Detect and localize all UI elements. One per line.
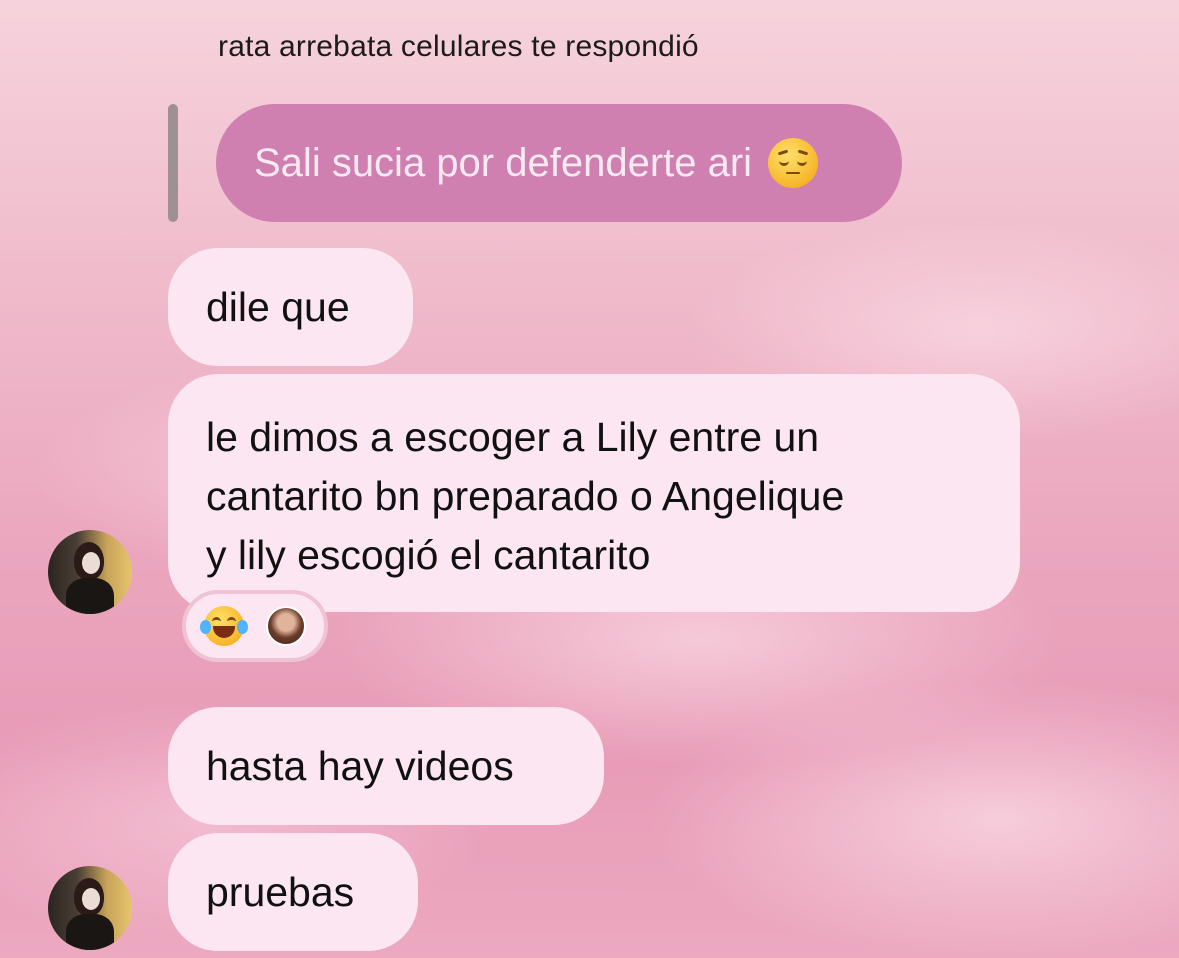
reply-header: rata arrebata celulares te respondió	[218, 30, 699, 63]
pensive-face-icon	[768, 138, 819, 188]
reactor-avatar	[266, 606, 306, 646]
avatar-body	[66, 578, 114, 614]
message-bubble[interactable]: dile que	[168, 248, 413, 366]
message-text: hasta hay videos	[206, 743, 514, 789]
message-text: pruebas	[206, 869, 355, 915]
quoted-message-text: Sali sucia por defenderte ari	[254, 140, 753, 185]
message-text-line: le dimos a escoger a Lily entre un	[206, 414, 820, 460]
avatar-face	[82, 888, 100, 910]
quoted-message-bubble[interactable]: Sali sucia por defenderte ari	[216, 104, 902, 222]
message-bubble[interactable]: le dimos a escoger a Lily entre un canta…	[168, 374, 1020, 612]
reply-indicator-bar	[168, 104, 178, 222]
sender-avatar[interactable]	[48, 866, 132, 950]
message-text: dile que	[206, 284, 350, 330]
avatar-body	[66, 914, 114, 950]
avatar-face	[82, 552, 100, 574]
sender-avatar[interactable]	[48, 530, 132, 614]
tears-of-joy-icon	[200, 606, 248, 646]
message-bubble[interactable]: hasta hay videos	[168, 707, 604, 825]
message-text-line: cantarito bn preparado o Angelique	[206, 473, 845, 519]
message-text-line: y lily escogió el cantarito	[206, 532, 651, 578]
reactions-pill[interactable]	[182, 590, 328, 662]
message-bubble[interactable]: pruebas	[168, 833, 418, 951]
